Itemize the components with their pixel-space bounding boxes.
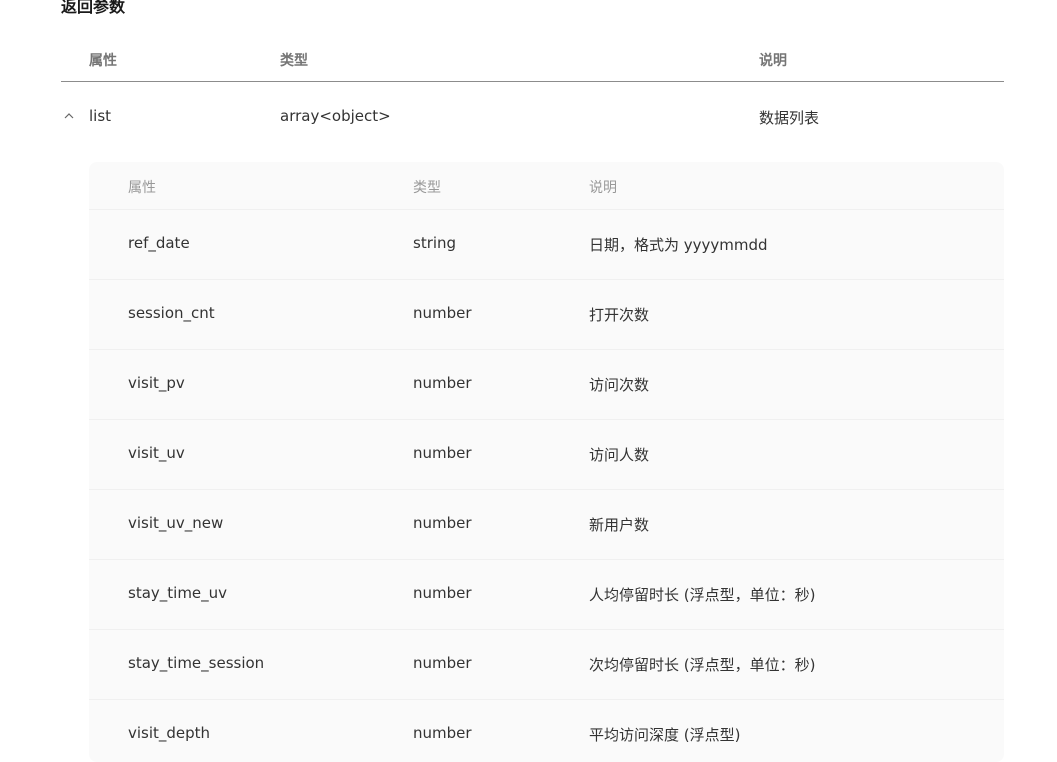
field-type: number [413, 584, 472, 602]
header-type: 类型 [280, 53, 308, 69]
field-description: 访问人数 [589, 446, 650, 464]
param-type: array<object> [280, 107, 391, 125]
header-attribute: 属性 [89, 53, 117, 69]
field-name: ref_date [128, 234, 190, 252]
nested-table-header: 属性 类型 说明 [89, 162, 1004, 210]
field-type: number [413, 654, 472, 672]
field-type: string [413, 234, 457, 252]
field-description: 人均停留时长 (浮点型，单位：秒) [589, 586, 816, 604]
field-description: 访问次数 [589, 376, 650, 394]
table-row: stay_time_session number 次均停留时长 (浮点型，单位：… [89, 630, 1004, 700]
table-row: visit_uv_new number 新用户数 [89, 490, 1004, 560]
table-row: stay_time_uv number 人均停留时长 (浮点型，单位：秒) [89, 560, 1004, 630]
field-type: number [413, 444, 472, 462]
field-description: 日期，格式为 yyyymmdd [589, 236, 768, 254]
section-title: 返回参数 [61, 0, 126, 16]
chevron-up-icon[interactable] [62, 108, 76, 122]
field-type: number [413, 374, 472, 392]
field-name: stay_time_session [128, 654, 265, 672]
nested-table: 属性 类型 说明 ref_date string 日期，格式为 yyyymmdd… [89, 162, 1004, 762]
outer-table-header: 属性 类型 说明 [61, 42, 1004, 82]
param-description: 数据列表 [759, 109, 820, 127]
nested-header-attribute: 属性 [128, 180, 156, 196]
field-name: visit_uv_new [128, 514, 224, 532]
field-description: 打开次数 [589, 306, 650, 324]
field-name: session_cnt [128, 304, 215, 322]
param-name: list [89, 107, 112, 125]
field-type: number [413, 514, 472, 532]
field-type: number [413, 304, 472, 322]
field-name: visit_pv [128, 374, 185, 392]
table-row: visit_depth number 平均访问深度 (浮点型) [89, 700, 1004, 762]
field-name: visit_depth [128, 724, 211, 742]
nested-header-description: 说明 [589, 180, 617, 196]
field-description: 新用户数 [589, 516, 650, 534]
table-row: visit_uv number 访问人数 [89, 420, 1004, 490]
field-name: visit_uv [128, 444, 185, 462]
field-type: number [413, 724, 472, 742]
nested-header-type: 类型 [413, 180, 441, 196]
table-row: visit_pv number 访问次数 [89, 350, 1004, 420]
field-name: stay_time_uv [128, 584, 228, 602]
header-description: 说明 [759, 53, 787, 69]
field-description: 平均访问深度 (浮点型) [589, 726, 741, 744]
table-row: ref_date string 日期，格式为 yyyymmdd [89, 210, 1004, 280]
table-row-list: list array<object> 数据列表 [61, 100, 1004, 134]
table-row: session_cnt number 打开次数 [89, 280, 1004, 350]
field-description: 次均停留时长 (浮点型，单位：秒) [589, 656, 816, 674]
